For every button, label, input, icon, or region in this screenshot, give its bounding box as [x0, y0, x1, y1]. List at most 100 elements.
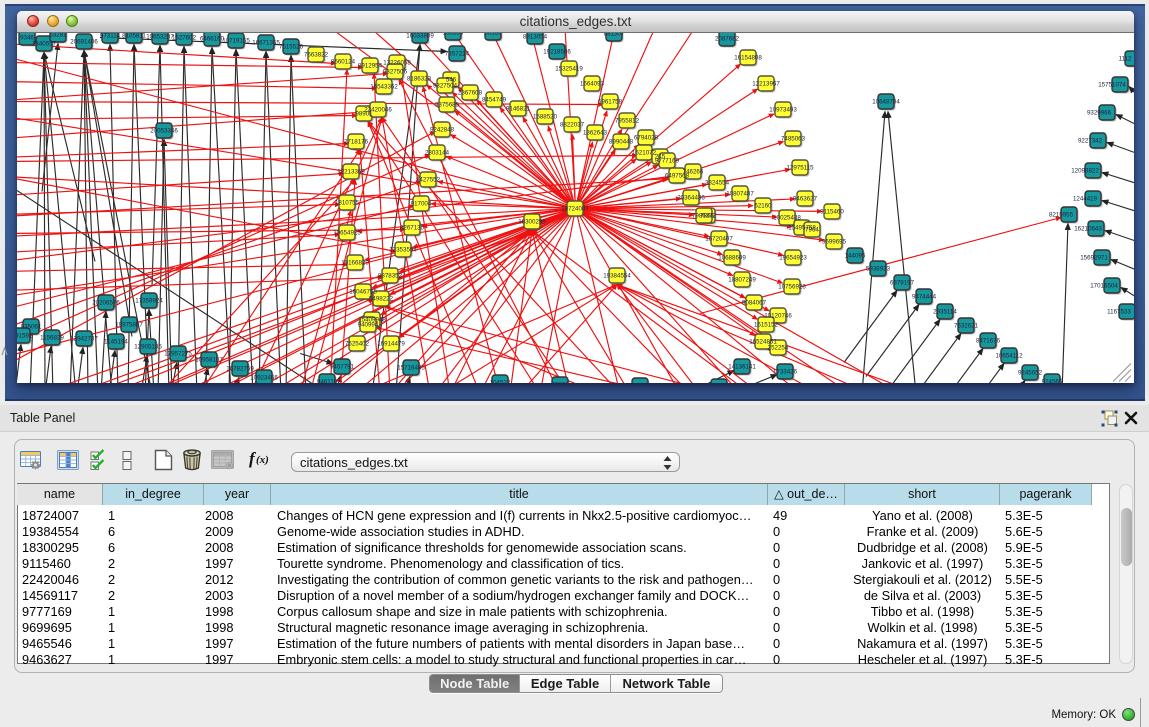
- svg-text:18724007: 18724007: [561, 206, 589, 213]
- svg-text:16046755: 16046755: [349, 289, 377, 296]
- svg-text:8186323: 8186323: [407, 76, 432, 83]
- svg-text:12353594: 12353594: [389, 247, 417, 254]
- svg-text:8813054: 8813054: [523, 34, 548, 41]
- svg-text:12975115: 12975115: [786, 165, 814, 172]
- svg-text:20053346: 20053346: [150, 128, 178, 135]
- svg-text:19384554: 19384554: [603, 273, 631, 280]
- svg-text:12093822: 12093822: [1071, 168, 1099, 175]
- svg-text:1615152: 1615152: [754, 322, 779, 329]
- svg-text:16782759: 16782759: [226, 366, 254, 373]
- svg-text:6466160: 6466160: [200, 36, 225, 43]
- svg-text:18300295: 18300295: [518, 219, 546, 226]
- svg-text:10688609: 10688609: [718, 255, 746, 262]
- svg-text:835061: 835061: [21, 324, 42, 331]
- svg-text:9327506: 9327506: [383, 69, 408, 76]
- svg-text:8215955: 8215955: [1049, 212, 1074, 219]
- svg-text:7357224: 7357224: [445, 51, 470, 58]
- svg-text:940994: 940994: [358, 322, 379, 329]
- svg-text:20691406: 20691406: [70, 39, 98, 46]
- svg-text:10756928: 10756928: [778, 284, 806, 291]
- svg-text:6794028: 6794028: [634, 135, 659, 142]
- svg-text:12213967: 12213967: [752, 81, 780, 88]
- svg-text:17957275: 17957275: [164, 351, 192, 358]
- svg-text:10654112: 10654112: [995, 353, 1023, 360]
- svg-text:8267130: 8267130: [400, 225, 425, 232]
- svg-text:2935114: 2935114: [933, 309, 957, 316]
- svg-text:19654923: 19654923: [779, 255, 807, 262]
- svg-text:9146821: 9146821: [506, 106, 531, 113]
- svg-text:15692971: 15692971: [1080, 255, 1108, 262]
- svg-text:62160: 62160: [754, 203, 772, 210]
- svg-text:5498222: 5498222: [369, 296, 394, 303]
- svg-text:20206576: 20206576: [92, 300, 120, 307]
- svg-text:1112: 1112: [1119, 56, 1132, 63]
- svg-text:8822037: 8822037: [560, 122, 585, 129]
- svg-text:9115460: 9115460: [820, 209, 844, 216]
- svg-text:6961758: 6961758: [598, 99, 623, 106]
- svg-text:924565: 924565: [1042, 379, 1063, 383]
- svg-text:16914479: 16914479: [377, 341, 405, 348]
- svg-text:1621072: 1621072: [632, 150, 657, 157]
- svg-text:917004: 917004: [411, 201, 432, 208]
- svg-text:7515526: 7515526: [279, 44, 304, 51]
- svg-text:8427552: 8427552: [416, 177, 441, 184]
- svg-text:19975867: 19975867: [115, 322, 143, 329]
- svg-text:53281: 53281: [49, 33, 67, 39]
- svg-text:10653287: 10653287: [146, 34, 174, 41]
- svg-text:(x): (x): [256, 454, 269, 466]
- svg-text:16671355: 16671355: [252, 40, 280, 47]
- svg-text:2367608: 2367608: [458, 90, 483, 97]
- svg-text:13226058: 13226058: [383, 60, 411, 67]
- svg-text:88130: 88130: [484, 33, 502, 37]
- svg-text:7964: 7964: [805, 227, 819, 234]
- svg-text:9242848: 9242848: [430, 127, 455, 134]
- svg-text:10025438: 10025438: [773, 215, 801, 222]
- svg-text:16033809: 16033809: [406, 33, 434, 40]
- svg-text:19218506: 19218506: [543, 49, 571, 56]
- svg-text:15325419: 15325419: [555, 66, 583, 73]
- svg-text:2803144: 2803144: [425, 150, 450, 157]
- svg-text:8990448: 8990448: [609, 139, 634, 146]
- svg-text:23420046: 23420046: [364, 107, 392, 114]
- svg-text:7986372: 7986372: [692, 213, 717, 220]
- svg-text:1733426: 1733426: [773, 369, 798, 376]
- svg-text:881307: 881307: [604, 33, 625, 38]
- svg-text:2087682: 2087682: [715, 36, 740, 43]
- svg-text:16210643: 16210643: [1074, 226, 1102, 233]
- svg-text:9457791: 9457791: [330, 364, 355, 371]
- svg-text:10648784: 10648784: [872, 99, 900, 106]
- svg-text:144095: 144095: [845, 253, 866, 260]
- svg-text:3375685: 3375685: [435, 102, 460, 109]
- svg-text:1810755: 1810755: [335, 200, 360, 207]
- svg-text:9329966: 9329966: [1087, 110, 1112, 117]
- svg-text:1167533: 1167533: [1107, 309, 1131, 316]
- svg-text:104522: 104522: [490, 380, 511, 383]
- svg-text:5938923: 5938923: [866, 266, 891, 273]
- svg-text:1588520: 1588520: [533, 114, 558, 121]
- svg-text:7485063: 7485063: [781, 136, 806, 143]
- svg-text:1156829: 1156829: [40, 335, 64, 342]
- svg-text:9227342: 9227342: [1078, 138, 1103, 145]
- svg-text:8105811: 8105811: [122, 33, 146, 40]
- svg-text:8454749: 8454749: [482, 97, 507, 104]
- svg-text:15720407: 15720407: [705, 236, 733, 243]
- svg-text:8912954: 8912954: [358, 63, 383, 70]
- svg-text:1527602: 1527602: [172, 35, 197, 42]
- svg-text:10807487: 10807487: [726, 191, 754, 198]
- svg-text:7955812: 7955812: [615, 118, 640, 125]
- svg-text:2718176: 2718176: [344, 139, 369, 146]
- svg-text:9084067: 9084067: [742, 300, 767, 307]
- svg-text:10923466: 10923466: [250, 375, 278, 382]
- svg-text:7632621: 7632621: [954, 323, 979, 330]
- svg-text:12213369: 12213369: [337, 169, 365, 176]
- svg-text:9327504: 9327504: [433, 83, 458, 90]
- svg-text:10973493: 10973493: [769, 107, 797, 114]
- svg-text:9245652: 9245652: [1018, 370, 1043, 377]
- svg-text:15716485: 15716485: [397, 365, 425, 372]
- svg-text:16154808: 16154808: [734, 55, 762, 62]
- svg-text:252254: 252254: [768, 345, 789, 352]
- svg-text:20364436: 20364436: [677, 195, 705, 202]
- svg-text:12905135: 12905135: [134, 344, 162, 351]
- svg-text:746266: 746266: [683, 169, 704, 176]
- svg-text:9777169: 9777169: [655, 158, 680, 165]
